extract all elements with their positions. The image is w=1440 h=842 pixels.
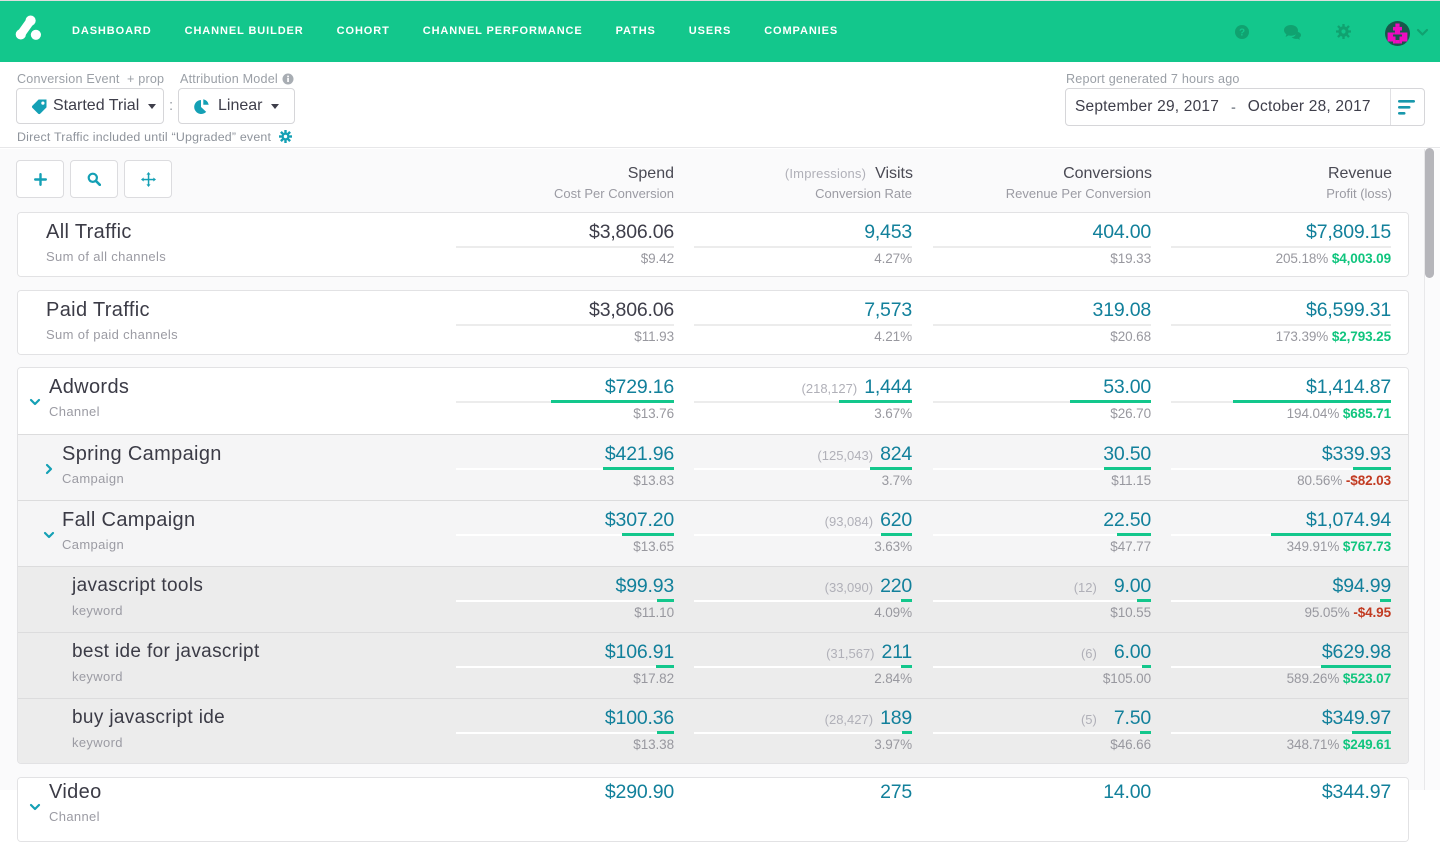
svg-text:?: ? [1239, 28, 1245, 39]
